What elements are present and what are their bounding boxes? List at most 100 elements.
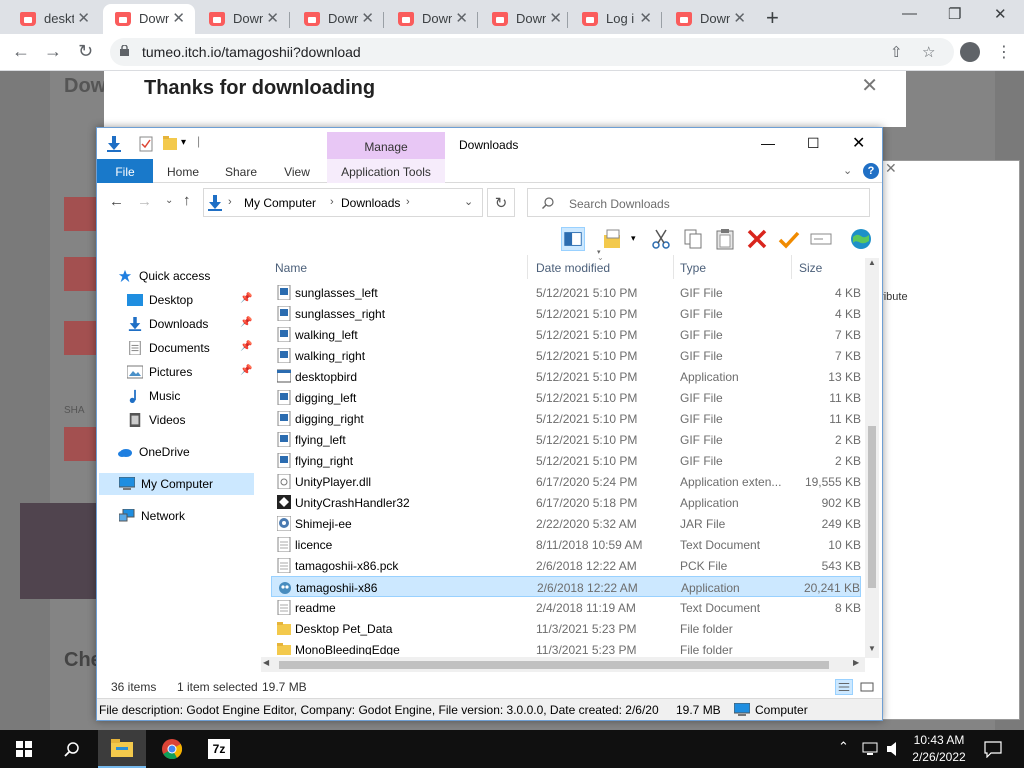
file-row[interactable]: UnityCrashHandler32 6/17/2020 5:18 PM Appl… [271,492,861,513]
pin-icon[interactable]: 📌 [240,365,252,376]
taskbar-7zip[interactable]: 7z [196,730,244,768]
up-button[interactable]: ↑ [183,192,191,209]
chevron-down-icon[interactable]: ⌄ [464,195,473,208]
file-row[interactable]: readme 2/4/2018 11:19 AM Text Document 8 KB [271,597,861,618]
file-row[interactable]: Shimeji-ee 2/22/2020 5:32 AM JAR File 249 K… [271,513,861,534]
taskbar-file-explorer[interactable] [98,730,146,768]
nav-onedrive[interactable]: OneDrive [117,441,190,463]
close-tab-icon[interactable]: ✕ [361,9,374,27]
back-button[interactable]: ← [109,193,124,210]
column-name[interactable]: Name [275,261,307,275]
scroll-left-icon[interactable]: ◀ [263,658,269,667]
cut-icon[interactable] [649,227,673,251]
close-button[interactable]: ✕ [994,5,1007,23]
file-row[interactable]: flying_left 5/12/2021 5:10 PM GIF File 2 KB [271,429,861,450]
layout-icon[interactable] [601,227,625,251]
browser-tab[interactable]: Log i ✕ [570,4,662,34]
reload-button[interactable]: ↻ [78,41,93,62]
close-tab-icon[interactable]: ✕ [455,9,468,27]
tab-home[interactable]: Home [161,159,205,183]
column-type[interactable]: Type [680,261,706,275]
taskbar-chrome[interactable] [148,730,196,768]
quick-access-dropdown-icon[interactable]: ▾ [181,137,186,148]
bookmark-star-icon[interactable]: ☆ [922,43,935,61]
forward-button[interactable]: → [44,41,62,62]
search-input[interactable]: Search Downloads [527,188,870,217]
forward-button[interactable]: → [137,193,152,210]
recent-locations-icon[interactable]: ⌄ [165,195,173,206]
paste-icon[interactable] [713,227,737,251]
vertical-scrollbar[interactable]: ▲ ▼ [865,258,879,658]
search-icon[interactable] [64,741,80,757]
preview-pane-icon[interactable] [561,227,585,251]
file-row[interactable]: flying_right 5/12/2021 5:10 PM GIF File 2 K… [271,450,861,471]
file-row[interactable]: Desktop Pet_Data 11/3/2021 5:23 PM File fo… [271,618,861,639]
nav-downloads[interactable]: Downloads [127,313,208,335]
globe-icon[interactable] [849,227,873,251]
new-folder-icon[interactable] [163,136,177,150]
close-tab-icon[interactable]: ✕ [639,9,652,27]
file-row[interactable]: sunglasses_right 5/12/2021 5:10 PM GIF Fil… [271,303,861,324]
pin-icon[interactable]: 📌 [240,341,252,352]
chevron-down-icon[interactable]: ▾ [631,233,636,244]
windows-start-icon[interactable] [16,741,32,757]
new-tab-button[interactable]: + [766,5,779,31]
tab-share[interactable]: Share [219,159,263,183]
menu-icon[interactable]: ⋮ [996,42,1012,62]
nav-videos[interactable]: Videos [127,409,185,431]
tab-file[interactable]: File [97,159,153,183]
nav-music[interactable]: Music [127,385,180,407]
horizontal-scrollbar[interactable]: ◀ ▶ [261,657,865,672]
nav-my-computer[interactable]: My Computer [99,473,254,495]
file-row[interactable]: digging_left 5/12/2021 5:10 PM GIF File 11 … [271,387,861,408]
nav-pictures[interactable]: Pictures [127,361,192,383]
file-row[interactable]: walking_right 5/12/2021 5:10 PM GIF File 7 … [271,345,861,366]
tab-application-tools[interactable]: Application Tools [327,159,445,183]
column-separator[interactable] [673,255,674,279]
volume-icon[interactable] [886,741,902,757]
file-row[interactable]: MonoBleedingEdge 11/3/2021 5:23 PM File fo… [271,639,861,655]
scroll-thumb[interactable] [868,426,876,588]
browser-tab[interactable]: Down ✕ [480,4,572,34]
file-row[interactable]: desktopbird 5/12/2021 5:10 PM Application 1… [271,366,861,387]
profile-avatar[interactable] [960,42,980,62]
restore-button[interactable]: ❐ [948,5,961,23]
browser-tab[interactable]: Down ✕ [103,4,195,34]
nav-desktop[interactable]: Desktop [127,289,193,311]
back-button[interactable]: ← [12,41,30,62]
scroll-right-icon[interactable]: ▶ [853,658,859,667]
refresh-button[interactable]: ↻ [487,188,515,217]
network-icon[interactable] [862,741,880,757]
nav-quick-access[interactable]: Quick access [117,265,210,287]
close-tab-icon[interactable]: ✕ [77,9,90,27]
file-row[interactable]: digging_right 5/12/2021 5:10 PM GIF File 11… [271,408,861,429]
close-tab-icon[interactable]: ✕ [549,9,562,27]
scroll-thumb[interactable] [279,661,829,669]
large-icons-view-icon[interactable] [859,679,875,695]
column-date-modified[interactable]: Date modified [536,261,610,275]
scroll-up-icon[interactable]: ▲ [868,258,876,267]
file-row[interactable]: UnityPlayer.dll 6/17/2020 5:24 PM Applicat… [271,471,861,492]
browser-tab[interactable]: deskt ✕ [8,4,100,34]
file-row[interactable]: walking_left 5/12/2021 5:10 PM GIF File 7 K… [271,324,861,345]
browser-tab[interactable]: Down ✕ [664,4,756,34]
maximize-button[interactable]: ☐ [807,135,820,152]
system-clock[interactable]: 10:43 AM 2/26/2022 [906,732,972,766]
copy-icon[interactable] [681,227,705,251]
nav-documents[interactable]: Documents [127,337,210,359]
close-icon[interactable]: ✕ [885,160,897,177]
close-tab-icon[interactable]: ✕ [172,9,185,27]
browser-tab[interactable]: Down ✕ [386,4,478,34]
rename-icon[interactable] [809,227,833,251]
minimize-button[interactable]: — [902,5,917,22]
pin-icon[interactable]: 📌 [240,293,252,304]
column-size[interactable]: Size [799,261,822,275]
explorer-address-bar[interactable]: › My Computer › Downloads › ⌄ [203,188,483,217]
checkmark-icon[interactable] [777,227,801,251]
properties-icon[interactable] [139,136,153,152]
share-icon[interactable]: ⇧ [890,43,903,61]
file-row[interactable]: tamagoshii-x86.pck 2/6/2018 12:22 AM PCK F… [271,555,861,576]
delete-icon[interactable] [745,227,769,251]
close-tab-icon[interactable]: ✕ [266,9,279,27]
ribbon-expand-icon[interactable]: ⌄ [843,164,852,177]
